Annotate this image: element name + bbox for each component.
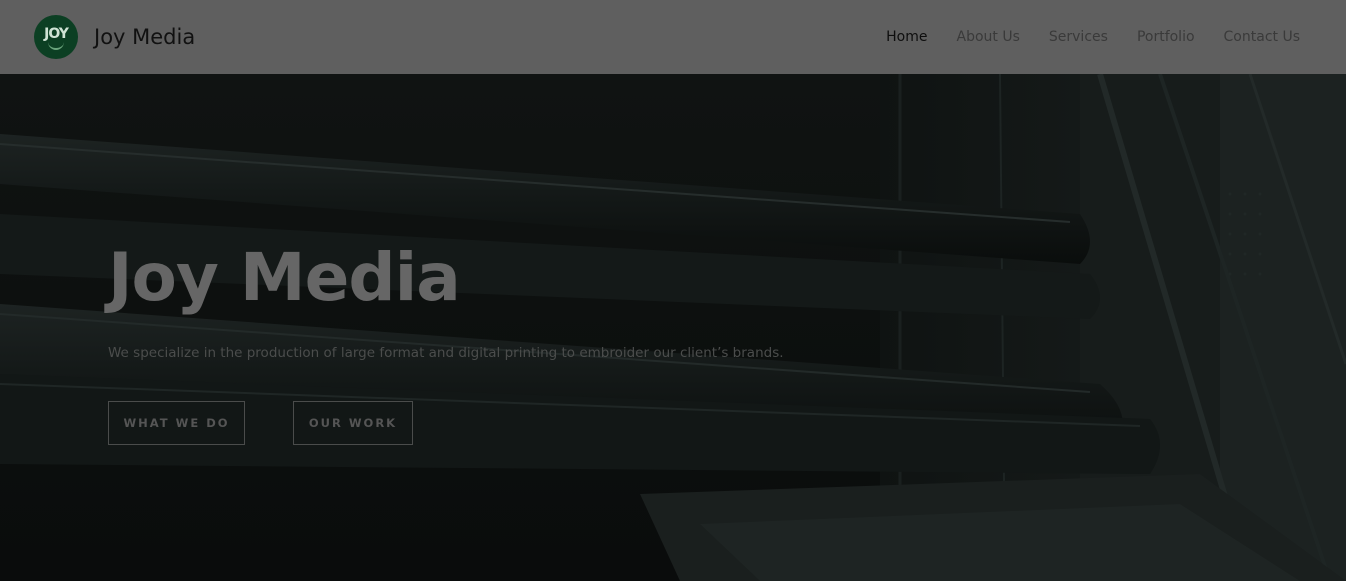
hero-background-image — [0, 74, 1346, 581]
page: JOY Joy Media Home About Us Services Por… — [0, 0, 1346, 581]
nav-contact-us[interactable]: Contact Us — [1224, 26, 1300, 48]
main-nav: Home About Us Services Portfolio Contact… — [886, 26, 1300, 48]
hero-title: Joy Media — [108, 239, 461, 316]
hero-subtitle: We specialize in the production of large… — [108, 345, 784, 361]
logo-icon[interactable]: JOY — [34, 15, 78, 59]
hero-section: Joy Media We specialize in the productio… — [0, 74, 1346, 581]
nav-portfolio[interactable]: Portfolio — [1137, 26, 1195, 48]
brand-name[interactable]: Joy Media — [94, 22, 195, 52]
nav-about-us[interactable]: About Us — [957, 26, 1020, 48]
what-we-do-button[interactable]: WHAT WE DO — [108, 401, 245, 445]
logo-text: JOY — [44, 25, 69, 42]
our-work-button[interactable]: OUR WORK — [293, 401, 413, 445]
logo-smile-icon — [48, 42, 64, 50]
site-header: JOY Joy Media Home About Us Services Por… — [0, 0, 1346, 74]
nav-home[interactable]: Home — [886, 26, 927, 48]
nav-services[interactable]: Services — [1049, 26, 1108, 48]
